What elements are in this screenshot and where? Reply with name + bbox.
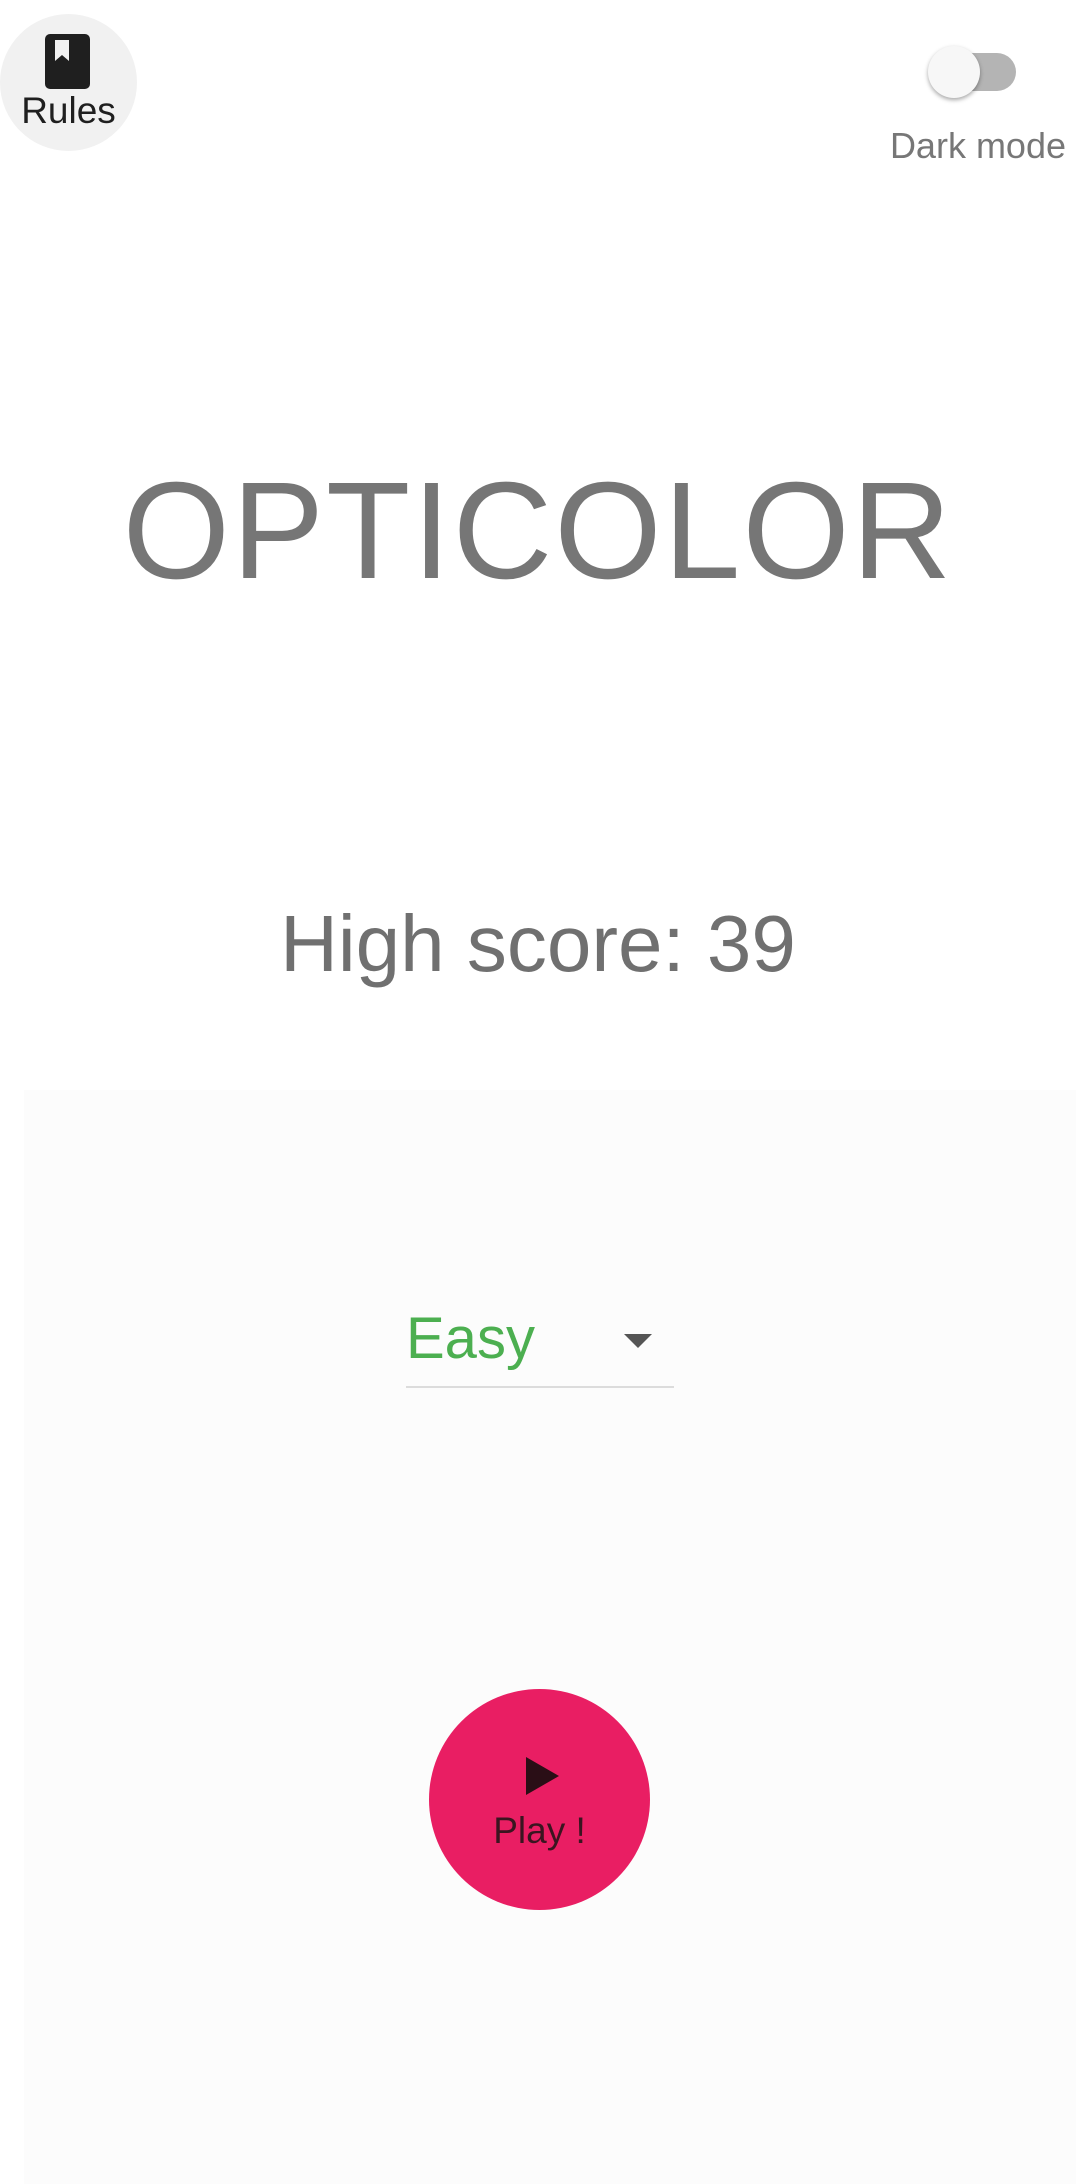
- dark-mode-label: Dark mode: [889, 125, 1066, 166]
- rules-label: Rules: [21, 90, 116, 131]
- play-button[interactable]: Play !: [429, 1689, 650, 1910]
- lower-panel: [24, 1090, 1076, 2184]
- rules-button[interactable]: Rules: [0, 14, 137, 151]
- difficulty-value: Easy: [406, 1306, 535, 1371]
- high-score: High score: 39: [280, 899, 796, 988]
- toggle-thumb: [928, 46, 980, 98]
- book-bookmark-icon: [45, 34, 90, 89]
- play-label: Play !: [493, 1810, 586, 1851]
- play-icon: [526, 1757, 559, 1795]
- app-title: OPTICOLOR: [122, 454, 954, 608]
- dropdown-arrow-icon: [624, 1334, 652, 1348]
- difficulty-select[interactable]: Easy: [406, 1310, 674, 1388]
- dark-mode-toggle[interactable]: [924, 32, 1028, 98]
